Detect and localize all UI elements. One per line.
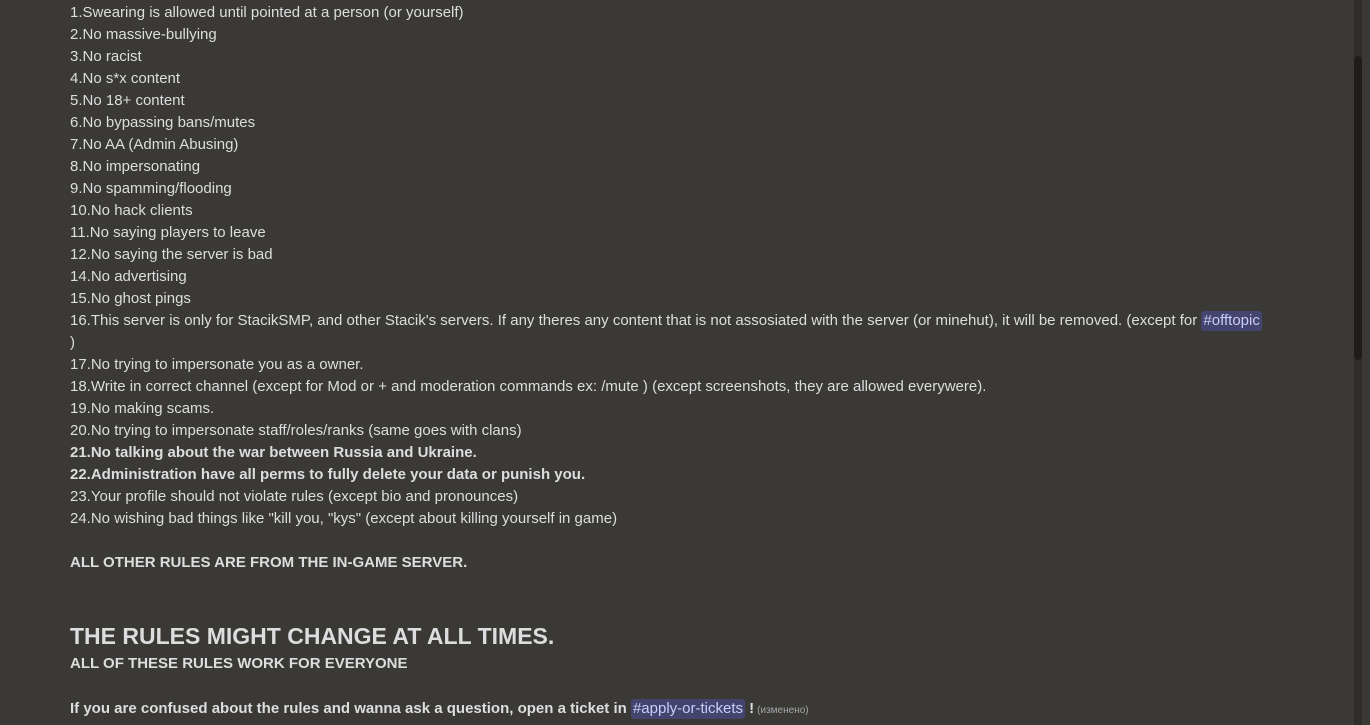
rule-15: 15.No ghost pings	[70, 290, 191, 307]
rule-24: 24.No wishing bad things like "kill you,…	[70, 510, 618, 527]
rule-16-end: )	[70, 334, 75, 351]
rule-10: 10.No hack clients	[70, 202, 193, 219]
rule-16: 16.This server is only for StacikSMP, an…	[70, 310, 1310, 332]
rule-22: 22.Administration have all perms to full…	[70, 466, 586, 483]
rule-16-text: 16.This server is only for StacikSMP, an…	[70, 312, 1202, 329]
rule-19: 19.No making scams.	[70, 400, 215, 417]
channel-mention-apply-or-tickets[interactable]: #apply-or-tickets	[630, 699, 745, 719]
ticket-text: If you are confused about the rules and …	[70, 700, 631, 717]
rule-17: 17.No trying to impersonate you as a own…	[70, 356, 364, 373]
scrollbar-track[interactable]	[1354, 0, 1362, 725]
channel-mention-offtopic[interactable]: #offtopic	[1201, 311, 1262, 331]
rule-6: 6.No bypassing bans/mutes	[70, 114, 256, 131]
rule-20: 20.No trying to impersonate staff/roles/…	[70, 422, 522, 439]
rule-9: 9.No spamming/flooding	[70, 180, 232, 197]
rule-18: 18.Write in correct channel (except for …	[70, 378, 987, 395]
rule-3: 3.No racist	[70, 48, 142, 65]
rule-8: 8.No impersonating	[70, 158, 201, 175]
rule-11: 11.No saying players to leave	[70, 224, 266, 241]
rule-21: 21.No talking about the war between Russ…	[70, 444, 477, 461]
rule-4: 4.No s*x content	[70, 70, 181, 87]
ticket-note: If you are confused about the rules and …	[70, 698, 1310, 720]
rule-5: 5.No 18+ content	[70, 92, 185, 109]
rule-1: 1.Swearing is allowed until pointed at a…	[70, 4, 464, 21]
rule-23: 23.Your profile should not violate rules…	[70, 488, 519, 505]
edited-label: (изменено)	[757, 705, 809, 716]
ticket-end: !	[745, 700, 755, 717]
rule-14: 14.No advertising	[70, 268, 187, 285]
other-rules-note: ALL OTHER RULES ARE FROM THE IN-GAME SER…	[70, 554, 468, 571]
scrollbar-thumb[interactable]	[1354, 56, 1362, 360]
rule-12: 12.No saying the server is bad	[70, 246, 273, 263]
rule-7: 7.No AA (Admin Abusing)	[70, 136, 239, 153]
message-content: 1.Swearing is allowed until pointed at a…	[70, 2, 1310, 720]
rule-2: 2.No massive-bullying	[70, 26, 217, 43]
rules-heading: THE RULES MIGHT CHANGE AT ALL TIMES.	[70, 623, 555, 649]
everyone-note: ALL OF THESE RULES WORK FOR EVERYONE	[70, 655, 408, 672]
